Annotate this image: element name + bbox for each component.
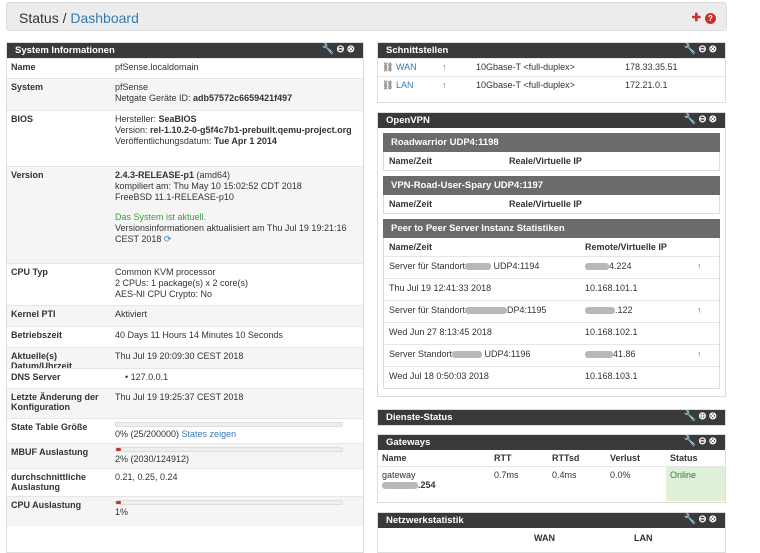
wrench-icon[interactable]: 🔧 [684,114,696,125]
wrench-icon[interactable]: 🔧 [322,44,334,55]
page-title: Status / Dashboard [19,10,139,26]
cpu-bar [115,500,343,505]
wrench-icon[interactable]: 🔧 [684,436,696,447]
p2p-heading: Peer to Peer Server Instanz Statistiken [383,219,720,238]
p2p-row: Server für Standort UDP4:1194 4.224 ↑ [384,256,719,278]
minimize-icon[interactable]: ⊖ [698,44,706,55]
mbuf-bar [115,447,343,452]
openvpn-panel: OpenVPN 🔧 ⊖ ⊗ Roadwarrior UDP4:1198 Name/Ze… [377,112,726,397]
close-icon[interactable]: ⊗ [347,44,355,55]
states-link[interactable]: States zeigen [182,429,237,439]
p2p-row: Wed Jul 18 0:50:03 2018 10.168.103.1 [384,366,719,388]
system-info-panel: System Informationen 🔧 ⊖ ⊗ Name pfSense.loc… [6,42,364,553]
close-icon[interactable]: ⊗ [709,514,717,525]
network-icon: ⛓ [382,62,394,72]
minimize-icon[interactable]: ⊖ [336,44,344,55]
wrench-icon[interactable]: 🔧 [684,514,696,525]
refresh-icon[interactable]: ⟳ [164,234,172,244]
status-badge: Online [666,466,725,501]
minimize-icon[interactable]: ⊖ [698,436,706,447]
wrench-icon[interactable]: 🔧 [684,44,696,55]
up-arrow-icon: ↑ [697,349,702,359]
minimize-icon[interactable]: ⊖ [698,514,706,525]
iface-row: ⛓ WAN ↑ 10Gbase-T <full-duplex> 178.33.35.5… [378,58,725,77]
close-icon[interactable]: ⊗ [709,44,717,55]
close-icon[interactable]: ⊗ [709,114,717,125]
panel-heading: System Informationen 🔧 ⊖ ⊗ [7,43,363,58]
iface-wan-link[interactable]: WAN [396,62,417,72]
iface-row: ⛓ LAN ↑ 10Gbase-T <full-duplex> 172.21.0.1 [378,76,725,94]
up-arrow-icon: ↑ [697,305,702,315]
vpn-server-heading: VPN-Road-User-Spary UDP4:1197 [383,176,720,195]
gateways-panel: Gateways 🔧 ⊖ ⊗ Name RTT RTTsd Verlust Status ga… [377,434,726,503]
add-widget-icon[interactable]: ✚ [692,12,701,24]
help-icon[interactable]: ? [705,13,716,24]
close-icon[interactable]: ⊗ [709,411,717,422]
up-arrow-icon: ↑ [438,58,472,77]
p2p-row: Thu Jul 19 12:41:33 2018 10.168.101.1 [384,278,719,300]
interfaces-panel: Schnittstellen 🔧 ⊖ ⊗ ⛓ WAN ↑ 10Gbase-T <full-… [377,42,726,103]
state-table-bar [115,422,343,427]
vpn-server-heading: Roadwarrior UDP4:1198 [383,133,720,152]
up-arrow-icon: ↑ [438,76,472,94]
breadcrumb-dashboard[interactable]: Dashboard [70,10,139,26]
network-icon: ⛓ [382,80,394,90]
wrench-icon[interactable]: 🔧 [684,411,696,422]
p2p-row: Server für Standort DP4:1195.122 ↑ [384,300,719,322]
services-panel: Dienste-Status 🔧 ⊕ ⊗ [377,409,726,426]
up-arrow-icon: ↑ [697,261,702,271]
add-icon[interactable]: ⊕ [698,411,706,422]
page-header: Status / Dashboard ✚? [6,2,727,31]
netstat-panel: Netzwerkstatistik 🔧 ⊖ ⊗ WAN LAN [377,512,726,553]
p2p-row: Server Standort UDP4:1196 41.86 ↑ [384,344,719,366]
iface-lan-link[interactable]: LAN [396,80,414,90]
p2p-row: Wed Jun 27 8:13:45 2018 10.168.102.1 [384,322,719,344]
minimize-icon[interactable]: ⊖ [698,114,706,125]
gateway-row: gateway .254 0.7ms 0.4ms 0.0% Online [378,466,725,501]
close-icon[interactable]: ⊗ [709,436,717,447]
